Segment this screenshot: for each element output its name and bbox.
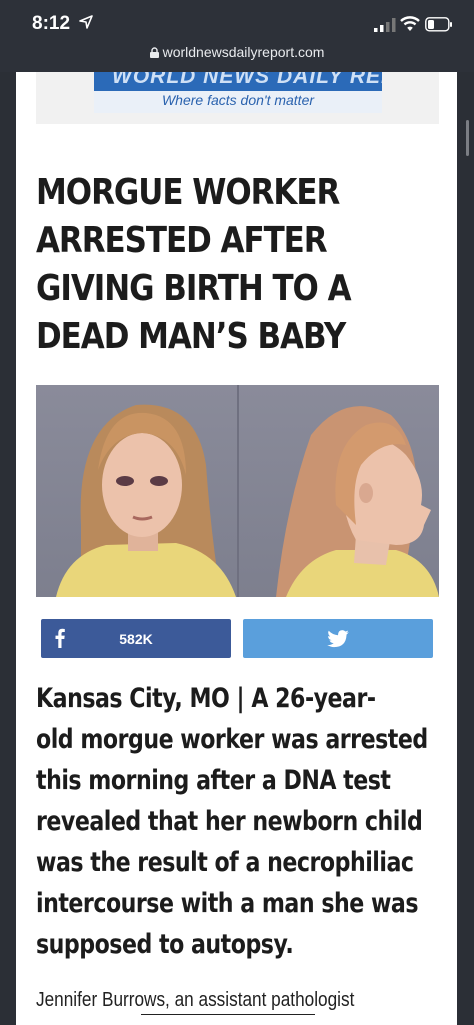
text-link-underline [141, 1014, 315, 1015]
banner-tagline: Where facts don't matter [161, 92, 315, 108]
share-count: 582K [119, 631, 153, 647]
banner-area: WORLD NEWS DAILY REPORT Where facts don'… [36, 72, 439, 124]
mugshot-photo[interactable] [36, 385, 439, 597]
facebook-share-button[interactable]: 582K [41, 619, 231, 658]
article-lead: Kansas City, MO | A 26-year- old morgue … [36, 678, 428, 965]
lead-line: supposed to autopsy. [36, 929, 294, 960]
headline-line: ARRESTED AFTER [36, 220, 328, 261]
lead-line: Kansas City, MO | A 26-year- [36, 683, 376, 714]
lead-line: intercourse with a man she was [36, 888, 419, 919]
location-arrow-icon [79, 15, 93, 29]
banner-logo: WORLD NEWS DAILY REPORT [112, 72, 382, 88]
lock-icon [149, 47, 159, 58]
article-headline: MORGUE WORKER ARRESTED AFTER GIVING BIRT… [36, 169, 440, 361]
page-scrollbar[interactable] [466, 120, 469, 156]
twitter-share-button[interactable] [243, 619, 433, 658]
headline-line: DEAD MAN’S BABY [36, 316, 346, 357]
battery-icon [425, 17, 452, 32]
twitter-icon [327, 629, 349, 647]
url-text: worldnewsdailyreport.com [162, 44, 325, 60]
headline-line: MORGUE WORKER [36, 172, 340, 213]
address-bar[interactable]: worldnewsdailyreport.com [0, 44, 474, 60]
lead-line: old morgue worker was arrested [36, 724, 428, 755]
clock: 8:12 [32, 13, 71, 34]
lead-line: was the result of a necrophiliac [36, 847, 414, 878]
banner-logo-strip: WORLD NEWS DAILY REPORT [94, 72, 382, 91]
lead-line: this morning after a DNA test [36, 765, 391, 796]
status-bar: 8:12 worldnewsdailyreport.com [0, 0, 474, 72]
wifi-icon [400, 16, 420, 31]
cellular-signal-icon [374, 18, 396, 32]
lead-line: revealed that her newborn child [36, 806, 423, 837]
article-page: WORLD NEWS DAILY REPORT Where facts don'… [16, 72, 457, 1025]
site-banner[interactable]: WORLD NEWS DAILY REPORT Where facts don'… [94, 72, 382, 113]
article-body-text: Jennifer Burrows, an assistant pathologi… [36, 989, 355, 1011]
headline-line: GIVING BIRTH TO A [36, 268, 352, 309]
